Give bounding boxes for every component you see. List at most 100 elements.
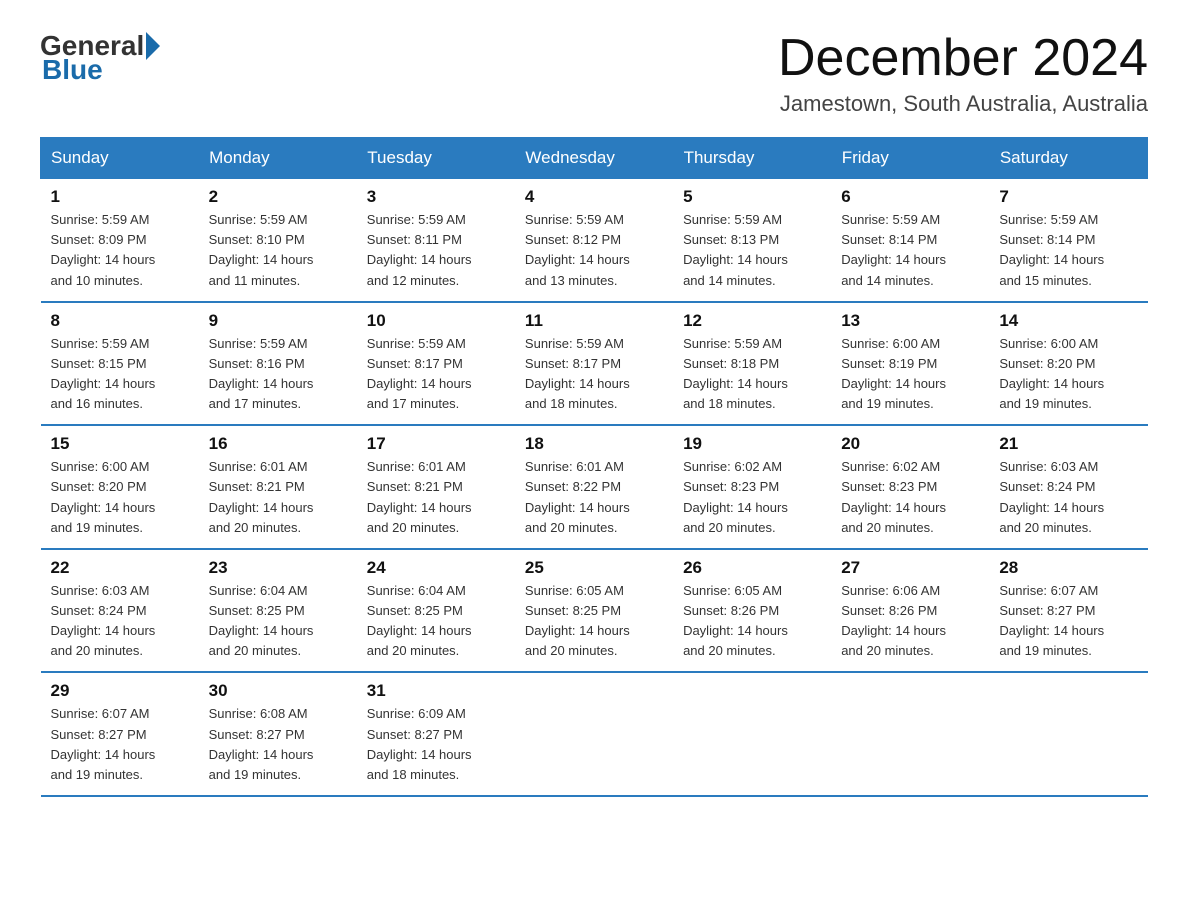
calendar-cell: 2 Sunrise: 5:59 AM Sunset: 8:10 PM Dayli…: [199, 179, 357, 302]
calendar-cell: 15 Sunrise: 6:00 AM Sunset: 8:20 PM Dayl…: [41, 425, 199, 549]
page-header: General Blue December 2024 Jamestown, So…: [40, 30, 1148, 117]
day-info: Sunrise: 6:03 AM Sunset: 8:24 PM Dayligh…: [999, 457, 1137, 538]
day-info: Sunrise: 6:03 AM Sunset: 8:24 PM Dayligh…: [51, 581, 189, 662]
calendar-body: 1 Sunrise: 5:59 AM Sunset: 8:09 PM Dayli…: [41, 179, 1148, 796]
calendar-cell: 29 Sunrise: 6:07 AM Sunset: 8:27 PM Dayl…: [41, 672, 199, 796]
day-number: 23: [209, 558, 347, 578]
day-number: 21: [999, 434, 1137, 454]
calendar-cell: 28 Sunrise: 6:07 AM Sunset: 8:27 PM Dayl…: [989, 549, 1147, 673]
day-number: 16: [209, 434, 347, 454]
day-number: 15: [51, 434, 189, 454]
day-number: 31: [367, 681, 505, 701]
calendar-cell: 9 Sunrise: 5:59 AM Sunset: 8:16 PM Dayli…: [199, 302, 357, 426]
day-info: Sunrise: 5:59 AM Sunset: 8:09 PM Dayligh…: [51, 210, 189, 291]
day-info: Sunrise: 6:04 AM Sunset: 8:25 PM Dayligh…: [209, 581, 347, 662]
week-row-4: 22 Sunrise: 6:03 AM Sunset: 8:24 PM Dayl…: [41, 549, 1148, 673]
week-row-3: 15 Sunrise: 6:00 AM Sunset: 8:20 PM Dayl…: [41, 425, 1148, 549]
day-number: 25: [525, 558, 663, 578]
day-info: Sunrise: 6:00 AM Sunset: 8:20 PM Dayligh…: [999, 334, 1137, 415]
day-info: Sunrise: 6:07 AM Sunset: 8:27 PM Dayligh…: [51, 704, 189, 785]
weekday-header-wednesday: Wednesday: [515, 138, 673, 179]
weekday-header-friday: Friday: [831, 138, 989, 179]
location-title: Jamestown, South Australia, Australia: [778, 91, 1148, 117]
calendar-cell: 25 Sunrise: 6:05 AM Sunset: 8:25 PM Dayl…: [515, 549, 673, 673]
calendar-cell: 14 Sunrise: 6:00 AM Sunset: 8:20 PM Dayl…: [989, 302, 1147, 426]
day-number: 27: [841, 558, 979, 578]
day-number: 9: [209, 311, 347, 331]
calendar-cell: 16 Sunrise: 6:01 AM Sunset: 8:21 PM Dayl…: [199, 425, 357, 549]
day-info: Sunrise: 5:59 AM Sunset: 8:14 PM Dayligh…: [999, 210, 1137, 291]
day-number: 6: [841, 187, 979, 207]
calendar-cell: 6 Sunrise: 5:59 AM Sunset: 8:14 PM Dayli…: [831, 179, 989, 302]
day-number: 1: [51, 187, 189, 207]
title-section: December 2024 Jamestown, South Australia…: [778, 30, 1148, 117]
day-number: 29: [51, 681, 189, 701]
day-number: 20: [841, 434, 979, 454]
calendar-cell: [515, 672, 673, 796]
calendar-cell: 4 Sunrise: 5:59 AM Sunset: 8:12 PM Dayli…: [515, 179, 673, 302]
day-info: Sunrise: 5:59 AM Sunset: 8:15 PM Dayligh…: [51, 334, 189, 415]
month-title: December 2024: [778, 30, 1148, 87]
calendar-cell: 26 Sunrise: 6:05 AM Sunset: 8:26 PM Dayl…: [673, 549, 831, 673]
day-number: 22: [51, 558, 189, 578]
day-info: Sunrise: 5:59 AM Sunset: 8:13 PM Dayligh…: [683, 210, 821, 291]
day-info: Sunrise: 5:59 AM Sunset: 8:17 PM Dayligh…: [367, 334, 505, 415]
calendar-cell: 31 Sunrise: 6:09 AM Sunset: 8:27 PM Dayl…: [357, 672, 515, 796]
day-number: 2: [209, 187, 347, 207]
calendar-cell: 20 Sunrise: 6:02 AM Sunset: 8:23 PM Dayl…: [831, 425, 989, 549]
calendar-cell: 30 Sunrise: 6:08 AM Sunset: 8:27 PM Dayl…: [199, 672, 357, 796]
day-info: Sunrise: 5:59 AM Sunset: 8:12 PM Dayligh…: [525, 210, 663, 291]
calendar-cell: 19 Sunrise: 6:02 AM Sunset: 8:23 PM Dayl…: [673, 425, 831, 549]
calendar-cell: 11 Sunrise: 5:59 AM Sunset: 8:17 PM Dayl…: [515, 302, 673, 426]
day-info: Sunrise: 6:00 AM Sunset: 8:19 PM Dayligh…: [841, 334, 979, 415]
day-number: 26: [683, 558, 821, 578]
day-number: 3: [367, 187, 505, 207]
day-number: 18: [525, 434, 663, 454]
calendar-cell: 27 Sunrise: 6:06 AM Sunset: 8:26 PM Dayl…: [831, 549, 989, 673]
day-info: Sunrise: 5:59 AM Sunset: 8:14 PM Dayligh…: [841, 210, 979, 291]
day-number: 24: [367, 558, 505, 578]
logo: General Blue: [40, 30, 162, 86]
calendar-cell: 7 Sunrise: 5:59 AM Sunset: 8:14 PM Dayli…: [989, 179, 1147, 302]
calendar-cell: 1 Sunrise: 5:59 AM Sunset: 8:09 PM Dayli…: [41, 179, 199, 302]
day-info: Sunrise: 5:59 AM Sunset: 8:10 PM Dayligh…: [209, 210, 347, 291]
day-info: Sunrise: 6:00 AM Sunset: 8:20 PM Dayligh…: [51, 457, 189, 538]
day-info: Sunrise: 6:02 AM Sunset: 8:23 PM Dayligh…: [841, 457, 979, 538]
day-info: Sunrise: 5:59 AM Sunset: 8:17 PM Dayligh…: [525, 334, 663, 415]
calendar-table: SundayMondayTuesdayWednesdayThursdayFrid…: [40, 137, 1148, 797]
day-info: Sunrise: 6:01 AM Sunset: 8:21 PM Dayligh…: [367, 457, 505, 538]
day-number: 7: [999, 187, 1137, 207]
day-info: Sunrise: 6:08 AM Sunset: 8:27 PM Dayligh…: [209, 704, 347, 785]
calendar-cell: 21 Sunrise: 6:03 AM Sunset: 8:24 PM Dayl…: [989, 425, 1147, 549]
logo-blue: Blue: [42, 54, 103, 85]
day-info: Sunrise: 6:06 AM Sunset: 8:26 PM Dayligh…: [841, 581, 979, 662]
week-row-2: 8 Sunrise: 5:59 AM Sunset: 8:15 PM Dayli…: [41, 302, 1148, 426]
logo-arrow-icon: [146, 32, 160, 60]
calendar-cell: 12 Sunrise: 5:59 AM Sunset: 8:18 PM Dayl…: [673, 302, 831, 426]
weekday-header-saturday: Saturday: [989, 138, 1147, 179]
calendar-cell: [673, 672, 831, 796]
calendar-cell: 24 Sunrise: 6:04 AM Sunset: 8:25 PM Dayl…: [357, 549, 515, 673]
calendar-cell: 17 Sunrise: 6:01 AM Sunset: 8:21 PM Dayl…: [357, 425, 515, 549]
day-number: 11: [525, 311, 663, 331]
calendar-cell: 5 Sunrise: 5:59 AM Sunset: 8:13 PM Dayli…: [673, 179, 831, 302]
day-info: Sunrise: 6:01 AM Sunset: 8:21 PM Dayligh…: [209, 457, 347, 538]
day-number: 14: [999, 311, 1137, 331]
day-info: Sunrise: 6:02 AM Sunset: 8:23 PM Dayligh…: [683, 457, 821, 538]
day-number: 5: [683, 187, 821, 207]
day-number: 30: [209, 681, 347, 701]
calendar-cell: [831, 672, 989, 796]
day-number: 28: [999, 558, 1137, 578]
day-number: 12: [683, 311, 821, 331]
calendar-cell: 8 Sunrise: 5:59 AM Sunset: 8:15 PM Dayli…: [41, 302, 199, 426]
weekday-header-thursday: Thursday: [673, 138, 831, 179]
day-info: Sunrise: 6:05 AM Sunset: 8:25 PM Dayligh…: [525, 581, 663, 662]
day-info: Sunrise: 5:59 AM Sunset: 8:16 PM Dayligh…: [209, 334, 347, 415]
calendar-cell: 22 Sunrise: 6:03 AM Sunset: 8:24 PM Dayl…: [41, 549, 199, 673]
calendar-cell: 23 Sunrise: 6:04 AM Sunset: 8:25 PM Dayl…: [199, 549, 357, 673]
calendar-cell: 13 Sunrise: 6:00 AM Sunset: 8:19 PM Dayl…: [831, 302, 989, 426]
day-number: 8: [51, 311, 189, 331]
day-number: 19: [683, 434, 821, 454]
calendar-header: SundayMondayTuesdayWednesdayThursdayFrid…: [41, 138, 1148, 179]
day-info: Sunrise: 5:59 AM Sunset: 8:11 PM Dayligh…: [367, 210, 505, 291]
